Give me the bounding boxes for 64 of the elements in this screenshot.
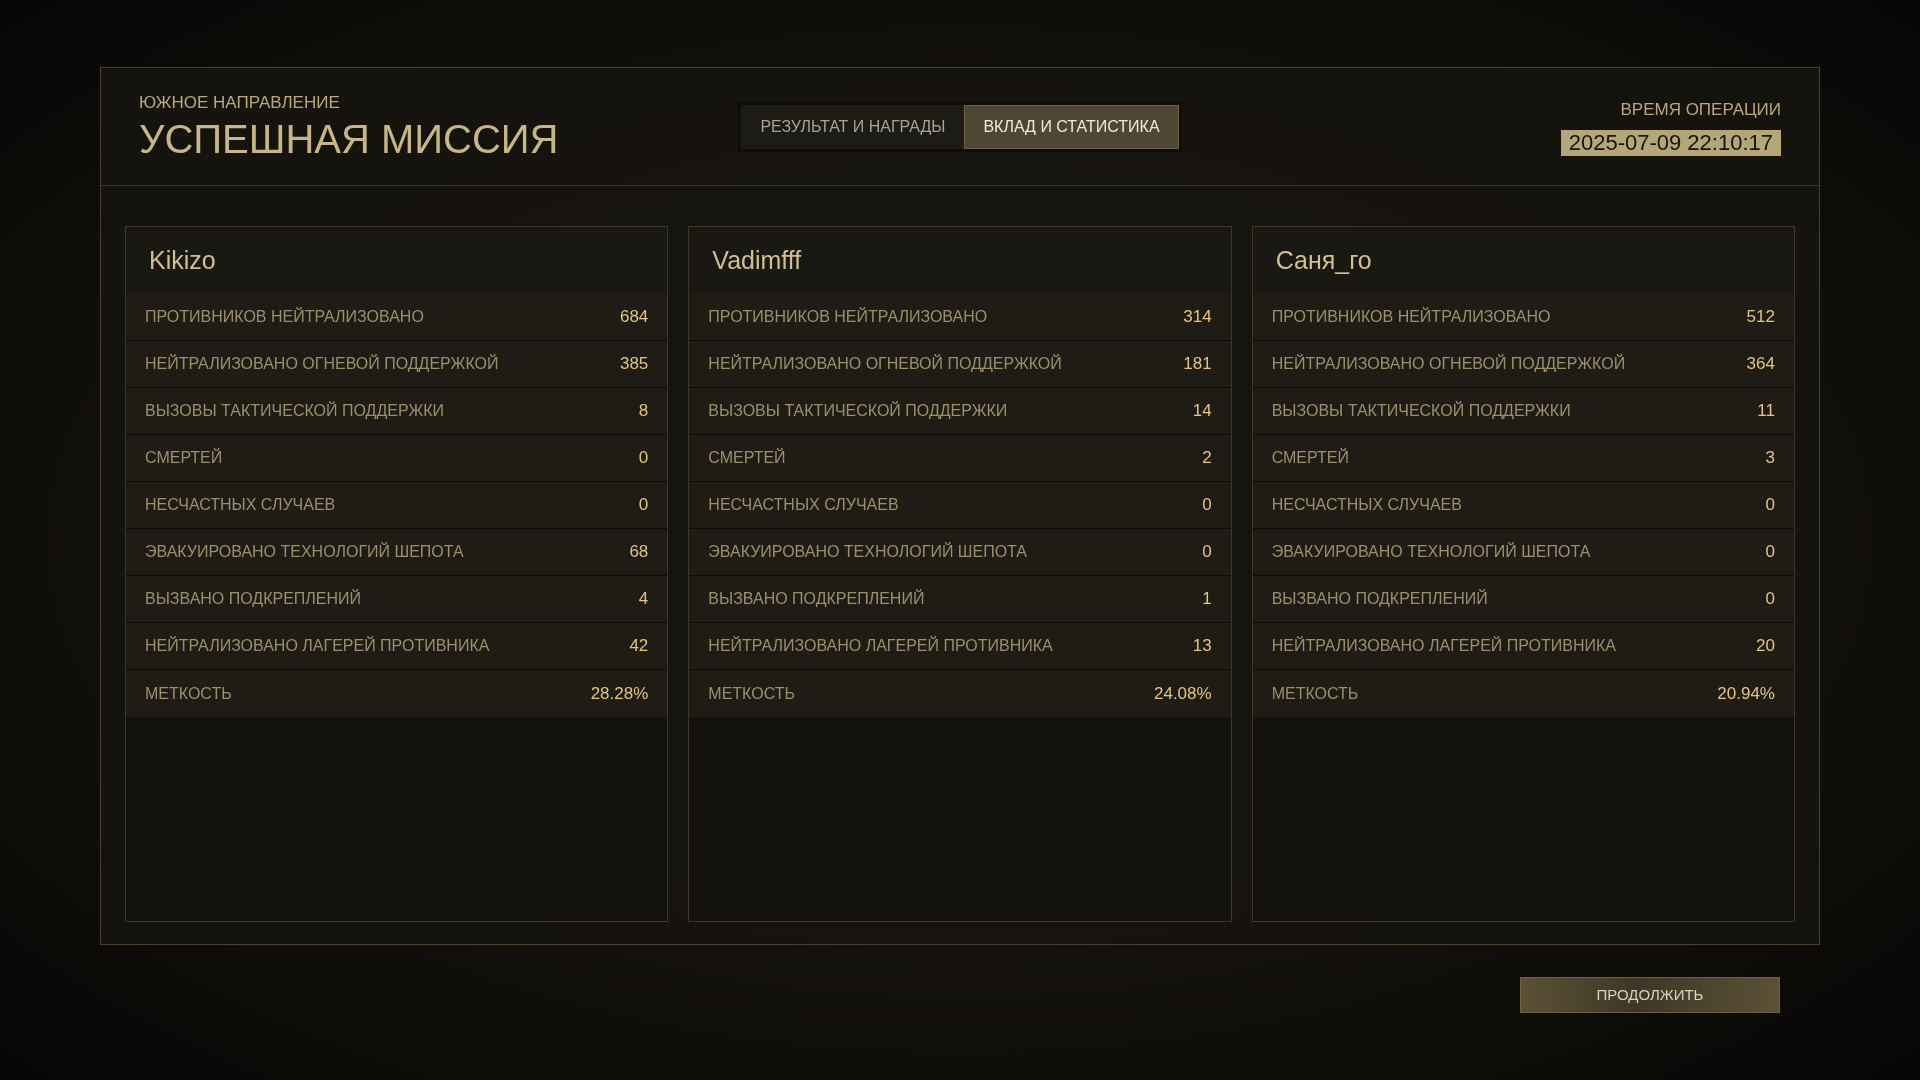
player-name: Vadimfff <box>712 244 802 276</box>
stat-label: НЕЙТРАЛИЗОВАНО ОГНЕВОЙ ПОДДЕРЖКОЙ <box>708 353 1062 374</box>
stat-value: 0 <box>1765 494 1775 517</box>
stat-value: 0 <box>1202 494 1212 517</box>
stat-label: СМЕРТЕЙ <box>1271 447 1349 468</box>
stat-label: НЕЙТРАЛИЗОВАНО ОГНЕВОЙ ПОДДЕРЖКОЙ <box>1271 353 1626 374</box>
stat-label: ЭВАКУИРОВАНО ТЕХНОЛОГИЙ ШЕПОТА <box>1271 541 1591 562</box>
stat-label: НЕЙТРАЛИЗОВАНО ЛАГЕРЕЙ ПРОТИВНИКА <box>145 635 490 656</box>
stat-label: НЕЙТРАЛИЗОВАНО ЛАГЕРЕЙ ПРОТИВНИКА <box>1271 635 1617 656</box>
stat-label: ПРОТИВНИКОВ НЕЙТРАЛИЗОВАНО <box>708 306 988 327</box>
stat-label: ПРОТИВНИКОВ НЕЙТРАЛИЗОВАНО <box>1271 306 1551 327</box>
stat-value: 0 <box>638 494 649 517</box>
continue-button[interactable]: ПРОДОЛЖИТЬ <box>1520 977 1780 1013</box>
stat-label: СМЕРТЕЙ <box>708 447 786 468</box>
stat-label: МЕТКОСТЬ <box>145 683 232 704</box>
stat-label: НЕСЧАСТНЫХ СЛУЧАЕВ <box>1271 495 1462 515</box>
stat-value: 0 <box>1202 541 1212 564</box>
stat-label: СМЕРТЕЙ <box>145 447 223 468</box>
stat-label: ВЫЗВАНО ПОДКРЕПЛЕНИЙ <box>708 588 925 609</box>
stat-value: 512 <box>1746 306 1775 329</box>
stat-label: ЭВАКУИРОВАНО ТЕХНОЛОГИЙ ШЕПОТА <box>708 541 1027 562</box>
stat-value: 20.94% <box>1717 682 1775 705</box>
stat-label: ВЫЗОВЫ ТАКТИЧЕСКОЙ ПОДДЕРЖКИ <box>708 400 1008 421</box>
stat-value: 684 <box>619 306 649 329</box>
stat-value: 11 <box>1757 400 1775 423</box>
stat-value: 3 <box>1765 447 1775 470</box>
stat-value: 4 <box>638 588 649 611</box>
stat-value: 364 <box>1746 353 1775 376</box>
stat-value: 181 <box>1183 353 1212 376</box>
stat-value: 385 <box>619 353 649 376</box>
stat-value: 314 <box>1183 306 1212 329</box>
stat-value: 0 <box>638 447 649 470</box>
stat-value: 0 <box>1765 541 1775 564</box>
mission-subtitle: ЮЖНОЕ НАПРАВЛЕНИЕ <box>139 91 341 114</box>
stat-value: 1 <box>1202 588 1212 611</box>
stat-label: МЕТКОСТЬ <box>1271 683 1359 704</box>
stat-label: НЕЙТРАЛИЗОВАНО ОГНЕВОЙ ПОДДЕРЖКОЙ <box>145 353 499 374</box>
stat-label: ЭВАКУИРОВАНО ТЕХНОЛОГИЙ ШЕПОТА <box>145 541 464 562</box>
player-name: Kikizo <box>149 244 216 276</box>
stat-value: 68 <box>629 541 649 564</box>
tab[interactable]: РЕЗУЛЬТАТ И НАГРАДЫ <box>741 104 965 149</box>
stat-label: НЕЙТРАЛИЗОВАНО ЛАГЕРЕЙ ПРОТИВНИКА <box>708 635 1053 656</box>
stat-label: ВЫЗОВЫ ТАКТИЧЕСКОЙ ПОДДЕРЖКИ <box>1271 400 1571 421</box>
stat-label: ВЫЗВАНО ПОДКРЕПЛЕНИЙ <box>145 588 362 609</box>
player-name: Саня_го <box>1275 244 1372 276</box>
stat-value: 20 <box>1756 635 1775 658</box>
stat-value: 2 <box>1202 447 1212 470</box>
stat-value: 28.28% <box>590 682 649 705</box>
stat-label: МЕТКОСТЬ <box>708 683 795 704</box>
stat-value: 24.08% <box>1154 682 1212 705</box>
operation-time-value: 2025-07-09 22:10:17 <box>1560 130 1781 157</box>
stat-label: ВЫЗОВЫ ТАКТИЧЕСКОЙ ПОДДЕРЖКИ <box>145 400 444 421</box>
operation-time-label: ВРЕМЯ ОПЕРАЦИИ <box>1620 98 1781 121</box>
stat-label: НЕСЧАСТНЫХ СЛУЧАЕВ <box>708 495 899 515</box>
stat-label: НЕСЧАСТНЫХ СЛУЧАЕВ <box>145 495 336 515</box>
stat-value: 42 <box>629 635 649 658</box>
stat-label: ВЫЗВАНО ПОДКРЕПЛЕНИЙ <box>1271 588 1488 609</box>
stat-value: 8 <box>638 400 649 423</box>
stat-label: ПРОТИВНИКОВ НЕЙТРАЛИЗОВАНО <box>145 306 424 327</box>
stat-value: 0 <box>1765 588 1775 611</box>
stat-value: 14 <box>1192 400 1212 423</box>
mission-title: УСПЕШНАЯ МИССИЯ <box>139 116 560 164</box>
tab[interactable]: ВКЛАД И СТАТИСТИКА <box>964 104 1179 149</box>
stat-value: 13 <box>1192 635 1212 658</box>
